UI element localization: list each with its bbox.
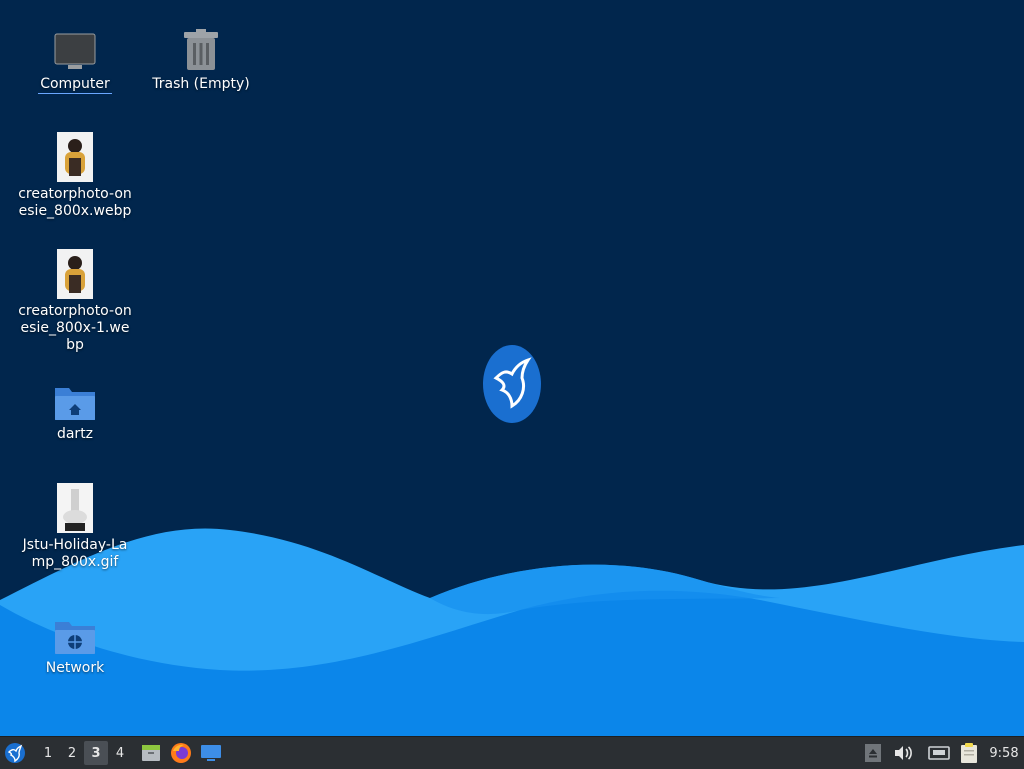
desktop-icon-home-folder[interactable]: dartz bbox=[16, 370, 134, 443]
desktop-icon-network[interactable]: Network bbox=[16, 604, 134, 677]
firefox-launcher[interactable] bbox=[166, 737, 196, 769]
desktop-icon-image-file[interactable]: Jstu-Holiday-Lamp_800x.gif bbox=[16, 481, 134, 571]
trash-icon bbox=[177, 20, 225, 72]
desktop-icon-label: creatorphoto-onesie_800x-1.webp bbox=[18, 303, 132, 353]
desktop-icon-label: Network bbox=[45, 660, 105, 676]
desktop[interactable]: Computer Trash (Empty) creatorphoto-ones… bbox=[0, 0, 1024, 736]
show-desktop-button[interactable] bbox=[196, 737, 226, 769]
image-thumbnail-icon bbox=[51, 481, 99, 533]
desktop-icon-label: dartz bbox=[56, 426, 94, 442]
application-menu-button[interactable] bbox=[0, 737, 30, 769]
volume-tray-button[interactable] bbox=[888, 737, 918, 769]
desktop-icon-image-file[interactable]: creatorphoto-onesie_800x-1.webp bbox=[16, 247, 134, 354]
workspace-1-button[interactable]: 1 bbox=[36, 741, 60, 765]
desktop-icon-label: creatorphoto-onesie_800x.webp bbox=[18, 186, 132, 219]
clipboard-tray-button[interactable] bbox=[954, 737, 984, 769]
distro-logo bbox=[483, 345, 541, 423]
firefox-icon bbox=[171, 743, 191, 763]
clipboard-icon bbox=[961, 743, 977, 763]
desktop-icon-label: Trash (Empty) bbox=[152, 76, 250, 92]
network-wired-icon bbox=[928, 746, 950, 760]
desktop-icon-image-file[interactable]: creatorphoto-onesie_800x.webp bbox=[16, 130, 134, 220]
eject-tray-button[interactable] bbox=[858, 737, 888, 769]
desktop-icon-trash[interactable]: Trash (Empty) bbox=[142, 20, 260, 93]
home-folder-icon bbox=[51, 370, 99, 422]
image-thumbnail-icon bbox=[51, 130, 99, 182]
workspace-3-button[interactable]: 3 bbox=[84, 741, 108, 765]
desktop-icon-computer[interactable]: Computer bbox=[16, 20, 134, 94]
taskbar: 1 2 3 4 9:58 bbox=[0, 736, 1024, 769]
show-desktop-icon bbox=[201, 745, 221, 761]
desktop-icon-label: Computer bbox=[38, 76, 112, 94]
workspace-2-button[interactable]: 2 bbox=[60, 741, 84, 765]
volume-icon bbox=[895, 746, 912, 760]
desktop-icon-label: Jstu-Holiday-Lamp_800x.gif bbox=[22, 537, 128, 570]
workspace-4-button[interactable]: 4 bbox=[108, 741, 132, 765]
computer-icon bbox=[51, 20, 99, 72]
network-tray-button[interactable] bbox=[924, 737, 954, 769]
eject-icon bbox=[865, 744, 881, 762]
file-manager-launcher[interactable] bbox=[136, 737, 166, 769]
network-folder-icon bbox=[51, 604, 99, 656]
distro-logo-icon bbox=[5, 743, 25, 763]
image-thumbnail-icon bbox=[51, 247, 99, 299]
clock[interactable]: 9:58 bbox=[984, 737, 1024, 769]
file-manager-icon bbox=[142, 745, 160, 761]
